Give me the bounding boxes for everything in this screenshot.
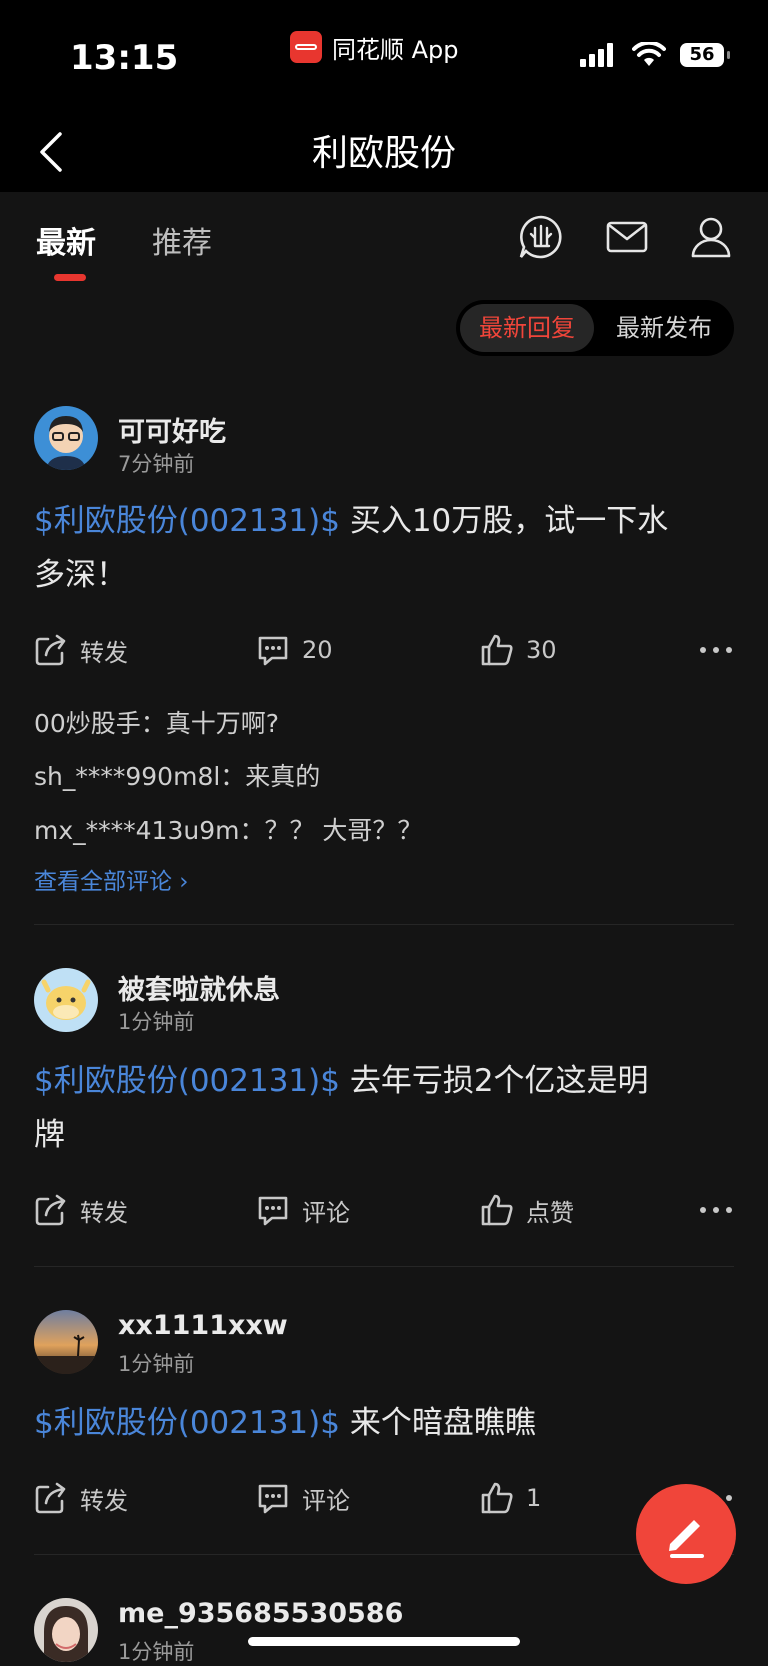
post-time: 1分钟前 (118, 1010, 195, 1034)
post-username[interactable]: me_935685530586 (118, 1598, 403, 1629)
post-username[interactable]: 被套啦就休息 (118, 968, 280, 1007)
view-all-comments-link[interactable]: 查看全部评论 › (34, 862, 189, 896)
avatar-cartoon-icon (34, 406, 98, 470)
post-text: 买入10万股，试一下水 (339, 503, 669, 539)
app-name: 同花顺 App (332, 35, 459, 64)
comment-label: 评论 (302, 1198, 350, 1227)
stock-link[interactable]: $利欧股份(002131)$ (34, 1405, 340, 1441)
post-content[interactable]: $利欧股份(002131)$ 买入10万股，试一下水 多深！ (34, 494, 734, 602)
comment-icon (258, 636, 288, 666)
divider (34, 1554, 734, 1555)
like-label: 点赞 (526, 1198, 574, 1227)
user-profile-icon[interactable] (688, 214, 734, 260)
stock-link[interactable]: $利欧股份(002131)$ (34, 1063, 340, 1099)
post-content[interactable]: $利欧股份(002131)$ 来个暗盘瞧瞧 (34, 1396, 734, 1450)
avatar[interactable] (34, 406, 98, 470)
battery-icon: 56 (680, 43, 730, 67)
compose-post-button[interactable] (636, 1484, 736, 1584)
post-actions: 转发 20 30 (0, 630, 768, 670)
tab-latest[interactable]: 最新 (36, 218, 96, 262)
pencil-icon (669, 1520, 704, 1558)
comment-icon (258, 1196, 288, 1226)
post-text-continued: 牌 (34, 1117, 65, 1153)
more-options-icon[interactable] (698, 1204, 734, 1216)
topic-icon[interactable] (518, 214, 564, 260)
repost-button[interactable]: 转发 (34, 630, 128, 670)
post-username[interactable]: xx1111xxw (118, 1310, 288, 1341)
post-username[interactable]: 可可好吃 (118, 410, 226, 449)
like-button[interactable]: 1 (480, 1478, 541, 1518)
repost-label: 转发 (80, 1486, 128, 1515)
share-icon (35, 634, 66, 666)
stock-link[interactable]: $利欧股份(002131)$ (34, 503, 340, 539)
share-icon (35, 1194, 66, 1226)
app-logo-icon (290, 31, 322, 63)
post-time: 1分钟前 (118, 1640, 195, 1664)
comment-icon (258, 1484, 288, 1514)
tab-recommended[interactable]: 推荐 (152, 218, 212, 262)
more-options-icon[interactable] (698, 644, 734, 656)
active-tab-indicator (54, 274, 86, 281)
tabs-row: 最新 推荐 (0, 192, 768, 292)
post-time: 1分钟前 (118, 1352, 195, 1376)
avatar[interactable] (34, 1598, 98, 1662)
divider (34, 924, 734, 925)
avatar-photo-icon (34, 1598, 98, 1662)
avatar[interactable] (34, 968, 98, 1032)
sort-latest-publish-button[interactable]: 最新发布 (598, 304, 730, 352)
divider (34, 1266, 734, 1267)
status-bar: 13:15 同花顺 App 56 (0, 0, 768, 112)
avatar[interactable] (34, 1310, 98, 1374)
thumbs-up-icon (481, 1194, 513, 1226)
comment-label: 评论 (302, 1486, 350, 1515)
post-actions: 转发 评论 点赞 (0, 1190, 768, 1230)
post-time: 7分钟前 (118, 452, 195, 476)
repost-button[interactable]: 转发 (34, 1190, 128, 1230)
like-button[interactable]: 30 (480, 630, 557, 670)
comment-preview[interactable]: sh_****990m8l：来真的 (34, 757, 320, 793)
thumbs-up-icon (481, 634, 513, 666)
thumbs-up-icon (481, 1482, 513, 1514)
mail-icon[interactable] (604, 214, 650, 260)
comment-button[interactable]: 评论 (256, 1190, 350, 1230)
post-content[interactable]: $利欧股份(002131)$ 去年亏损2个亿这是明 牌 (34, 1054, 734, 1162)
sort-latest-reply-button[interactable]: 最新回复 (460, 304, 594, 352)
like-button[interactable]: 点赞 (480, 1190, 574, 1230)
app-indicator[interactable]: 同花顺 App (290, 30, 459, 64)
like-count: 1 (526, 1484, 542, 1512)
sort-toggle: 最新回复 最新发布 (456, 300, 734, 356)
comment-button[interactable]: 评论 (256, 1478, 350, 1518)
home-indicator[interactable] (248, 1637, 520, 1646)
comment-count: 20 (302, 636, 333, 664)
comment-preview[interactable]: mx_****413u9m：？？ 大哥？？ (34, 811, 422, 847)
cellular-signal-icon (580, 43, 616, 67)
avatar-cow-icon (34, 968, 98, 1032)
post-text-continued: 多深！ (34, 557, 127, 593)
repost-button[interactable]: 转发 (34, 1478, 128, 1518)
post-text: 去年亏损2个亿这是明 (339, 1063, 649, 1099)
comment-preview[interactable]: 00炒股手：真十万啊? (34, 704, 279, 740)
post-text: 来个暗盘瞧瞧 (339, 1405, 536, 1441)
wifi-icon (632, 42, 666, 66)
nav-bar: 利欧股份 (0, 112, 768, 192)
share-icon (35, 1482, 66, 1514)
page-title: 利欧股份 (311, 133, 456, 174)
repost-label: 转发 (80, 1198, 128, 1227)
avatar-sunset-icon (34, 1310, 98, 1374)
repost-label: 转发 (80, 638, 128, 667)
status-time: 13:15 (70, 38, 179, 78)
system-icons: 56 (580, 42, 730, 68)
comment-button[interactable]: 20 (256, 630, 333, 670)
like-count: 30 (526, 636, 557, 664)
